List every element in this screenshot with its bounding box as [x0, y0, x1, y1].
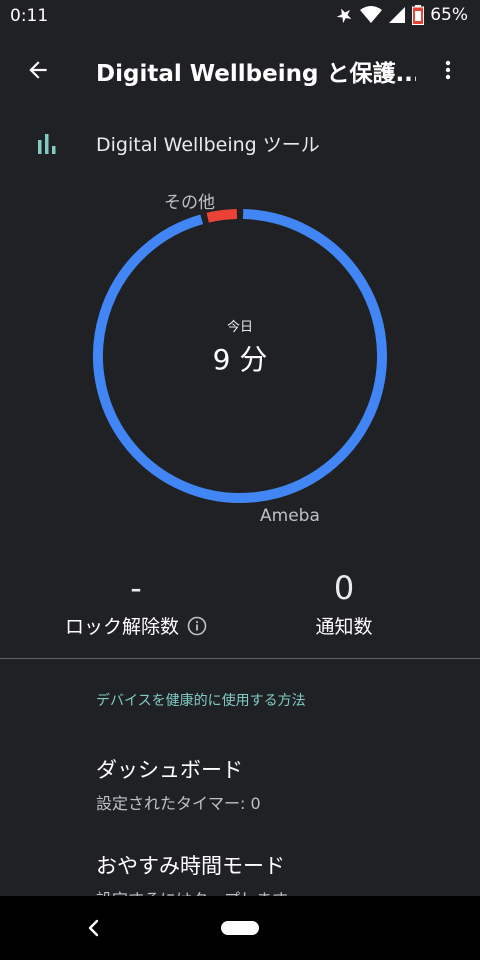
dashboard-title: ダッシュボード	[96, 758, 243, 782]
notifications-value: 0	[333, 569, 355, 607]
bar-chart-icon	[38, 134, 56, 154]
wellbeing-tools-row[interactable]: Digital Wellbeing ツール	[0, 120, 480, 168]
nav-back-icon[interactable]	[82, 916, 106, 940]
stats-row: - ロック解除数 0 通知数	[0, 568, 480, 648]
app-bar: Digital Wellbeing と保護...	[0, 32, 480, 108]
today-label: 今日	[226, 320, 253, 335]
wellbeing-tools-label: Digital Wellbeing ツール	[96, 134, 320, 156]
arrow-back-icon	[29, 61, 47, 79]
back-button[interactable]	[20, 52, 56, 88]
navigation-bar	[0, 896, 480, 960]
page-title: Digital Wellbeing と保護...	[96, 61, 416, 87]
chart-label-ameba: Ameba	[260, 506, 320, 526]
usage-chart[interactable]: その他 今日 9 分 Ameba	[80, 180, 400, 540]
dashboard-subtitle: 設定されたタイマー: 0	[96, 794, 261, 813]
notifications-stat: 0 通知数	[244, 568, 444, 639]
more-vert-icon	[445, 60, 451, 80]
unlocks-label: ロック解除数	[64, 616, 179, 638]
wifi-icon	[360, 6, 383, 23]
unlocks-value: -	[130, 569, 142, 607]
signal-icon	[389, 7, 406, 23]
battery-percent: 65%	[430, 5, 468, 25]
dashboard-item[interactable]: ダッシュボード 設定されたタイマー: 0	[96, 754, 456, 814]
dnd-icon	[336, 8, 352, 24]
battery-icon	[412, 5, 425, 25]
donut-slice-other	[206, 209, 238, 223]
divider	[0, 658, 480, 659]
status-time: 0:11	[10, 6, 49, 26]
status-icons: 65%	[336, 5, 468, 25]
nav-home-button[interactable]	[221, 921, 259, 935]
unlocks-stat: - ロック解除数	[36, 568, 236, 639]
notifications-label: 通知数	[315, 616, 373, 638]
chart-label-other: その他	[164, 193, 215, 213]
more-options-button[interactable]	[430, 52, 466, 88]
info-icon[interactable]	[187, 616, 207, 636]
today-usage-value: 9 分	[212, 343, 268, 376]
section-header: デバイスを健康的に使用する方法	[96, 693, 306, 709]
status-bar: 0:11 65%	[0, 0, 480, 32]
bedtime-mode-title: おやすみ時間モード	[96, 854, 285, 878]
